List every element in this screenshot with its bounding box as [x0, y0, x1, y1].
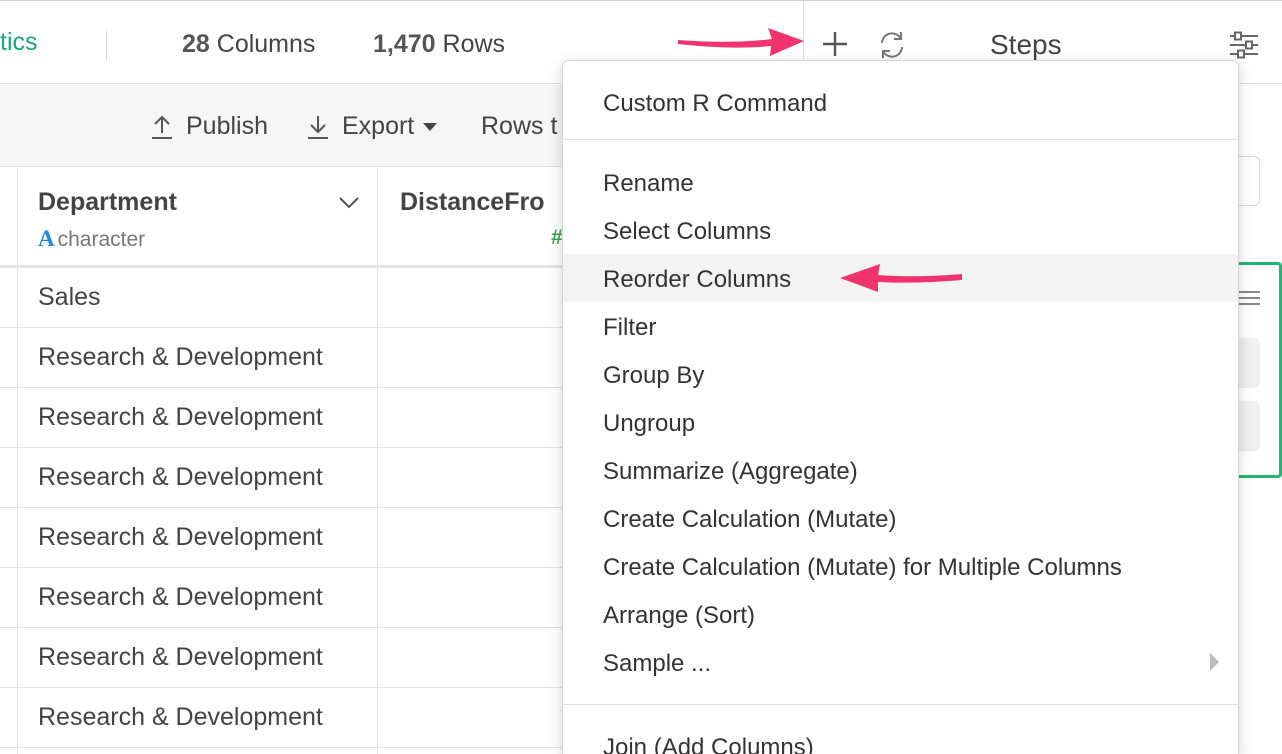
menu-item-label: Reorder Columns	[603, 266, 792, 293]
menu-item-label: Create Calculation (Mutate) for Multiple…	[603, 554, 1122, 581]
menu-item-select-columns[interactable]: Select Columns	[563, 206, 1238, 254]
menu-item-label: Select Columns	[603, 218, 772, 245]
export-label: Export	[342, 112, 415, 140]
chevron-down-icon[interactable]	[338, 196, 360, 210]
menu-icon[interactable]	[1238, 290, 1260, 306]
menu-separator	[563, 704, 1238, 705]
publish-label: Publish	[186, 112, 268, 140]
column-type-label: character	[57, 228, 146, 251]
menu-item-label: Arrange (Sort)	[603, 602, 756, 629]
export-button[interactable]: Export	[306, 112, 438, 141]
table-cell: Research & Development	[38, 703, 323, 731]
refresh-icon[interactable]	[876, 29, 908, 61]
menu-item-arrange[interactable]: Arrange (Sort)	[563, 590, 1238, 638]
rows-count-value: 1,470	[373, 30, 436, 58]
menu-item-rename[interactable]: Rename	[563, 158, 1238, 206]
menu-item-label: Sample ...	[603, 650, 712, 677]
menu-item-label: Custom R Command	[603, 90, 828, 117]
menu-item-label: Group By	[603, 362, 705, 389]
menu-item-ungroup[interactable]: Ungroup	[563, 398, 1238, 446]
menu-separator	[563, 139, 1238, 140]
menu-item-label: Filter	[603, 314, 657, 341]
table-cell: Sales	[38, 283, 101, 311]
menu-item-label: Join (Add Columns)	[603, 734, 814, 754]
character-type-icon: A	[38, 226, 55, 251]
annotation-arrow-icon	[678, 28, 804, 56]
columns-count-label: Columns	[216, 30, 316, 58]
menu-item-group-by[interactable]: Group By	[563, 350, 1238, 398]
upload-icon	[152, 115, 172, 139]
menu-item-filter[interactable]: Filter	[563, 302, 1238, 350]
plus-icon[interactable]	[820, 29, 850, 59]
rows-button-label: Rows t	[481, 112, 558, 140]
menu-item-join[interactable]: Join (Add Columns)	[563, 722, 1238, 754]
menu-item-label: Summarize (Aggregate)	[603, 458, 858, 485]
add-step-menu: Custom R Command Rename Select Columns R…	[562, 60, 1239, 754]
caret-down-icon	[423, 122, 438, 131]
menu-item-sample[interactable]: Sample ...	[563, 638, 1238, 686]
table-cell: Research & Development	[38, 583, 323, 611]
table-cell: Research & Development	[38, 463, 323, 491]
app-tab[interactable]: tics	[0, 28, 38, 57]
publish-button[interactable]: Publish	[150, 112, 268, 141]
chevron-right-icon	[1210, 653, 1219, 671]
column-type: Acharacter	[38, 226, 145, 252]
rows-count: 1,470 Rows	[373, 30, 505, 59]
columns-count: 28 Columns	[182, 30, 315, 59]
steps-title: Steps	[990, 29, 1062, 60]
menu-item-create-calculation-multiple[interactable]: Create Calculation (Mutate) for Multiple…	[563, 542, 1238, 590]
menu-item-label: Rename	[603, 170, 694, 197]
annotation-arrow-icon	[840, 264, 962, 292]
rows-button[interactable]: Rows t	[481, 112, 557, 141]
table-cell: Research & Development	[38, 343, 323, 371]
table-cell: Research & Development	[38, 403, 323, 431]
column-header-department[interactable]: Department Acharacter	[0, 168, 377, 268]
menu-item-label: Create Calculation (Mutate)	[603, 506, 897, 533]
menu-item-create-calculation[interactable]: Create Calculation (Mutate)	[563, 494, 1238, 542]
menu-item-summarize[interactable]: Summarize (Aggregate)	[563, 446, 1238, 494]
menu-item-label: Ungroup	[603, 410, 696, 437]
column-name: Department	[38, 188, 177, 216]
menu-item-custom-r-command[interactable]: Custom R Command	[563, 78, 1238, 126]
download-icon	[308, 115, 328, 139]
table-cell: Research & Development	[38, 523, 323, 551]
sliders-icon[interactable]	[1228, 31, 1260, 59]
rows-count-label: Rows	[442, 30, 506, 58]
columns-count-value: 28	[182, 30, 210, 58]
numeric-type-icon: #	[551, 226, 563, 249]
table-cell: Research & Development	[38, 643, 323, 671]
column-name: DistanceFro	[400, 188, 545, 216]
header-divider	[106, 31, 107, 61]
